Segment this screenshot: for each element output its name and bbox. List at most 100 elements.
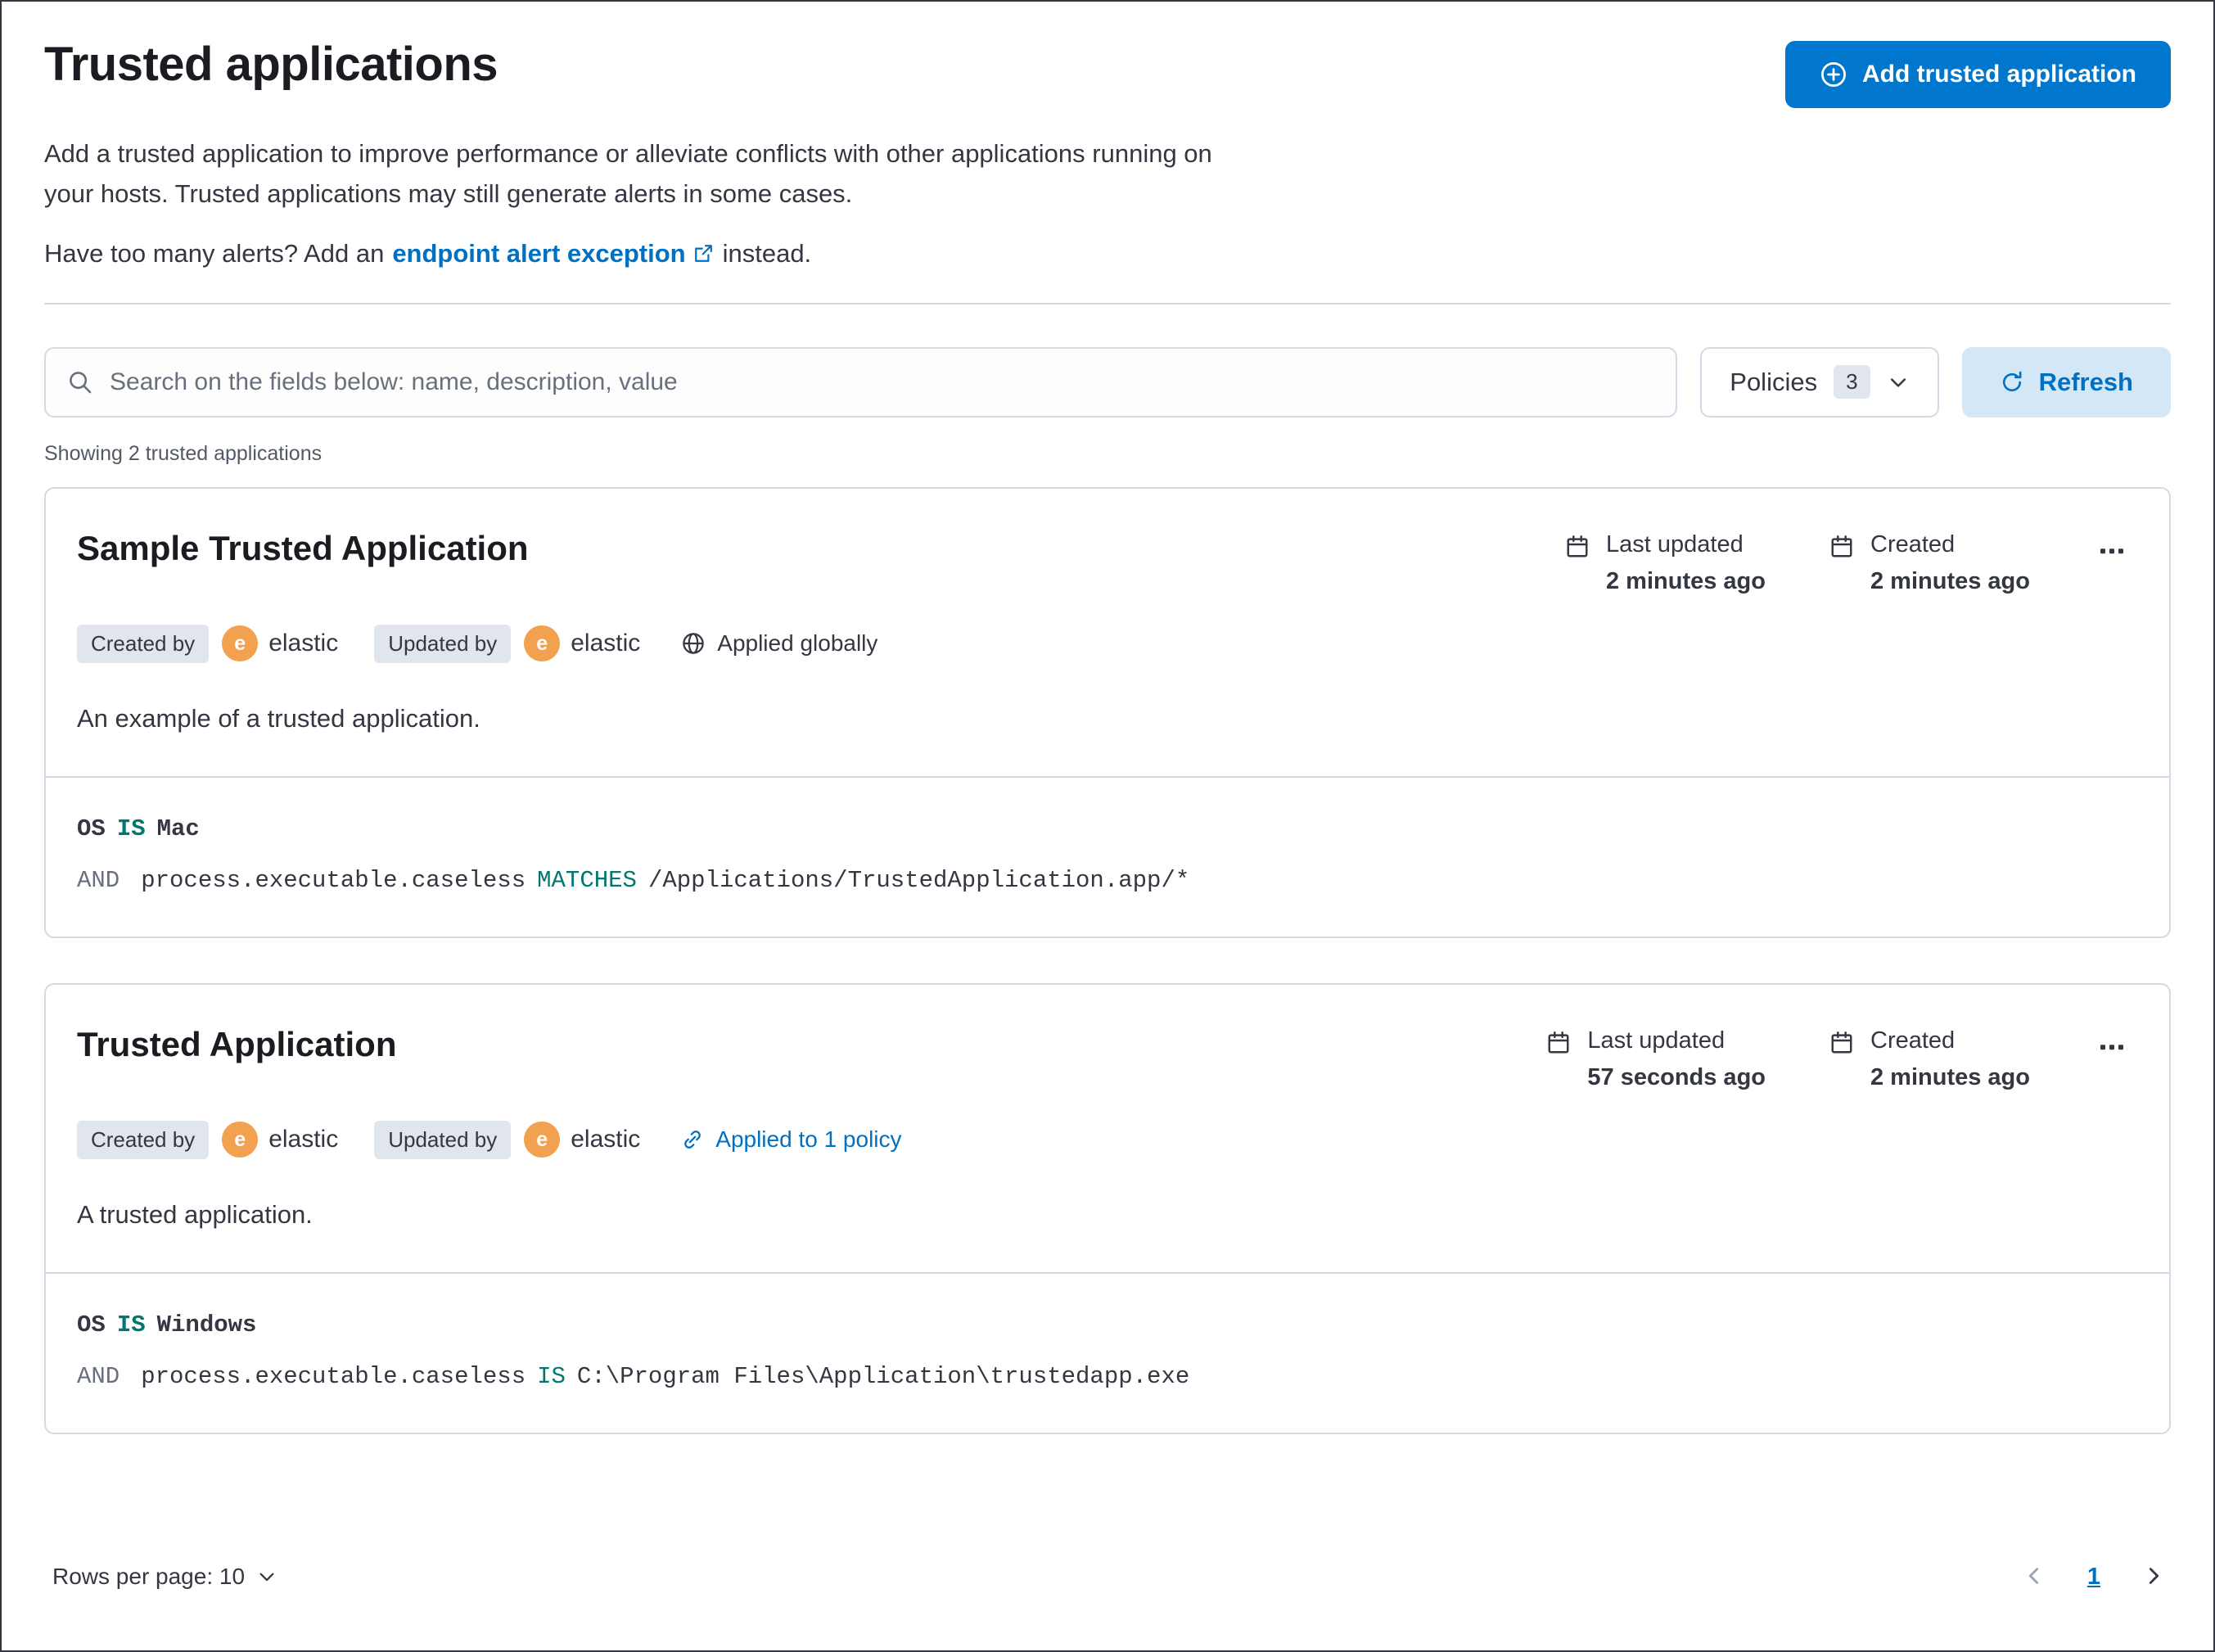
page-number-button[interactable]: 1: [2079, 1559, 2109, 1596]
calendar-icon: [1829, 531, 1854, 595]
created-by-user: elastic: [268, 630, 339, 657]
entry-field: process.executable.caseless: [141, 1362, 526, 1390]
search-box: [44, 346, 1678, 418]
trusted-applications-page: Trusted applications Add trusted applica…: [0, 0, 2215, 1652]
description-line-2: your hosts. Trusted applications may sti…: [44, 178, 853, 208]
avatar: e: [222, 1122, 259, 1158]
link-icon: [681, 1128, 704, 1151]
card-actions-menu-button[interactable]: [2094, 1029, 2130, 1067]
trusted-application-card: Sample Trusted Application Last updated: [44, 486, 2171, 938]
list-footer: Rows per page: 10 1: [44, 1523, 2171, 1598]
rows-per-page-label: Rows per page: 10: [52, 1564, 246, 1589]
applied-to-policy-link[interactable]: Applied to 1 policy: [681, 1126, 902, 1153]
boxes-horizontal-icon: [2099, 538, 2125, 564]
rows-per-page-button[interactable]: Rows per page: 10: [44, 1555, 286, 1598]
scope-label: Applied to 1 policy: [715, 1126, 902, 1153]
card-badges-row: Created by e elastic Updated by e elasti…: [77, 624, 2130, 663]
globe-icon: [681, 631, 706, 656]
card-main: Sample Trusted Application Last updated: [46, 489, 2169, 776]
entry-value: C:\Program Files\Application\trustedapp.…: [576, 1362, 1190, 1390]
card-description: An example of a trusted application.: [77, 703, 480, 733]
calendar-icon: [1546, 1027, 1571, 1091]
entry-field: process.executable.caseless: [141, 866, 526, 894]
card-main: Trusted Application Last updated 57 seco…: [46, 985, 2169, 1272]
chevron-right-icon: [2141, 1564, 2166, 1588]
created-by-badge: Created by: [77, 1120, 210, 1159]
next-page-button[interactable]: [2136, 1559, 2171, 1596]
boxes-horizontal-icon: [2099, 1034, 2125, 1060]
card-meta: Last updated 2 minutes ago Created 2 min…: [1565, 528, 2130, 595]
policies-label: Policies: [1730, 367, 1818, 396]
updated-by-user: elastic: [571, 1126, 641, 1153]
updated-by-user: elastic: [571, 630, 641, 657]
card-actions-menu-button[interactable]: [2094, 533, 2130, 571]
alerts-hint: Have too many alerts? Add an endpoint ale…: [44, 239, 2171, 269]
card-badges-row: Created by e elastic Updated by e elasti…: [77, 1120, 2130, 1159]
card-criteria: OS IS Windows AND process.executable.casele…: [46, 1271, 2169, 1433]
created-by-badge: Created by: [77, 624, 210, 663]
updated-by-badge: Updated by: [374, 624, 512, 663]
trusted-application-card: Trusted Application Last updated 57 seco…: [44, 982, 2171, 1434]
created-value: 2 minutes ago: [1870, 567, 2030, 594]
chevron-left-icon: [2022, 1564, 2046, 1588]
created-label: Created: [1870, 530, 1956, 557]
card-header: Trusted Application Last updated 57 seco…: [77, 1024, 2130, 1091]
calendar-icon: [1565, 531, 1590, 595]
page-header: Trusted applications Add trusted applica…: [44, 36, 2171, 108]
last-updated-value: 2 minutes ago: [1606, 567, 1766, 594]
external-link-icon: [692, 242, 715, 264]
add-trusted-application-button[interactable]: Add trusted application: [1784, 41, 2171, 108]
alerts-hint-before: Have too many alerts? Add an: [44, 238, 385, 268]
alerts-hint-after: instead.: [722, 238, 812, 268]
os-field: OS: [77, 1311, 106, 1338]
created-value: 2 minutes ago: [1870, 1063, 2030, 1090]
avatar: e: [524, 1122, 561, 1158]
entry-operator: MATCHES: [537, 866, 637, 894]
page-description: Add a trusted application to improve per…: [44, 134, 2171, 214]
criteria-entry-line: AND process.executable.caseless IS C:\Progr…: [77, 1363, 2130, 1390]
description-line-1: Add a trusted application to improve per…: [44, 139, 1212, 168]
alerts-link-label: endpoint alert exception: [392, 238, 686, 268]
entry-operator: IS: [537, 1362, 566, 1390]
last-updated-label: Last updated: [1587, 1027, 1726, 1054]
toolbar: Policies 3 Refresh: [44, 346, 2171, 418]
chevron-down-icon: [256, 1566, 277, 1587]
entry-conjunction: AND: [77, 1362, 120, 1390]
os-value: Mac: [156, 815, 200, 842]
last-updated-meta: Last updated 57 seconds ago: [1546, 1027, 1766, 1091]
last-updated-label: Last updated: [1606, 530, 1744, 557]
trusted-applications-list: Sample Trusted Application Last updated: [44, 486, 2171, 1434]
page-title: Trusted applications: [44, 38, 498, 91]
created-label: Created: [1870, 1027, 1956, 1054]
search-input[interactable]: [110, 368, 1655, 396]
os-operator: IS: [116, 1311, 146, 1338]
criteria-os-line: OS IS Windows: [77, 1311, 2130, 1338]
previous-page-button[interactable]: [2017, 1559, 2051, 1596]
card-header: Sample Trusted Application Last updated: [77, 528, 2130, 595]
os-value: Windows: [156, 1311, 257, 1338]
created-meta: Created 2 minutes ago: [1829, 531, 2030, 595]
avatar: e: [222, 625, 259, 662]
policies-filter-button[interactable]: Policies 3: [1700, 346, 1939, 418]
scope-label: Applied globally: [717, 630, 878, 657]
card-title: Sample Trusted Application: [77, 528, 529, 567]
add-button-label: Add trusted application: [1861, 61, 2136, 88]
card-meta: Last updated 57 seconds ago Created 2 mi…: [1546, 1024, 2130, 1091]
os-field: OS: [77, 815, 106, 842]
refresh-icon: [2000, 370, 2024, 395]
header-divider: [44, 302, 2171, 305]
avatar: e: [524, 625, 561, 662]
calendar-icon: [1829, 1027, 1854, 1091]
chevron-down-icon: [1887, 371, 1910, 394]
search-icon: [67, 369, 93, 395]
os-operator: IS: [116, 815, 146, 842]
applied-globally-indicator: Applied globally: [681, 630, 877, 657]
created-by-user: elastic: [268, 1126, 339, 1153]
entry-conjunction: AND: [77, 866, 120, 894]
plus-in-circle-icon: [1820, 61, 1847, 88]
card-description: A trusted application.: [77, 1199, 313, 1229]
endpoint-alert-exception-link[interactable]: endpoint alert exception: [392, 239, 714, 269]
refresh-button[interactable]: Refresh: [1961, 346, 2171, 418]
updated-by-badge: Updated by: [374, 1120, 512, 1159]
last-updated-meta: Last updated 2 minutes ago: [1565, 531, 1766, 595]
